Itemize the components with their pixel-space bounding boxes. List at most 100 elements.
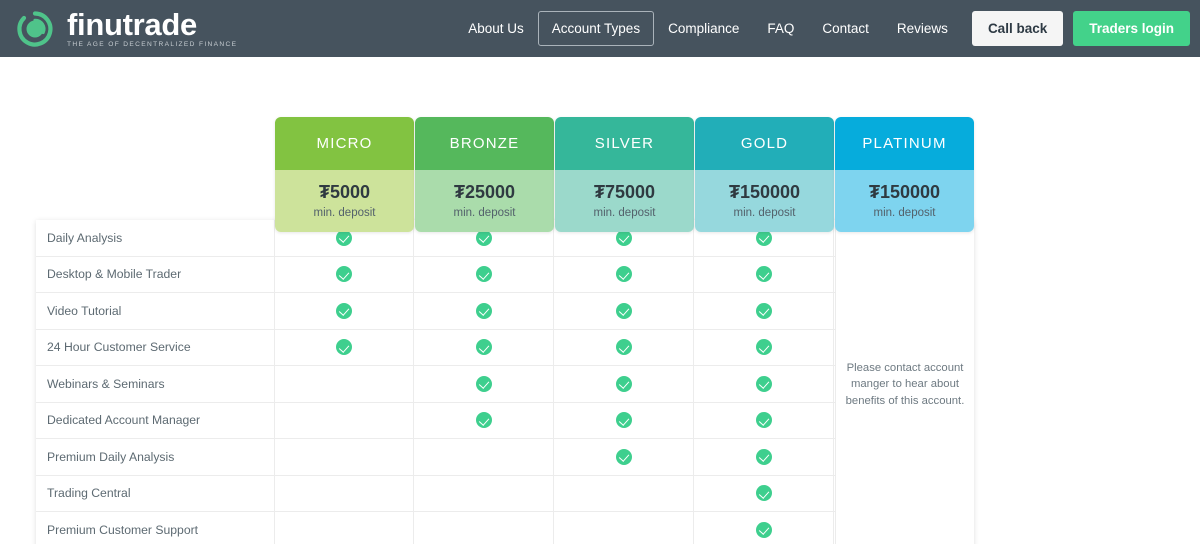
feature-cell-bronze	[415, 402, 554, 438]
column-title-silver: SILVER	[555, 117, 694, 170]
check-circle-icon	[616, 302, 632, 319]
feature-cell-gold	[695, 293, 834, 329]
feature-cell-silver	[555, 512, 694, 544]
price-amount: ₮25000	[453, 182, 516, 203]
check-circle-icon	[616, 375, 632, 392]
feature-cell-micro	[275, 475, 414, 511]
check-circle-icon	[616, 266, 632, 283]
feature-cell-gold	[695, 329, 834, 365]
table-row: Webinars & Seminars	[36, 366, 974, 403]
table-row: 24 Hour Customer Service	[36, 329, 974, 366]
feature-label: 24 Hour Customer Service	[36, 329, 275, 365]
nav-item-about-us[interactable]: About Us	[454, 0, 538, 57]
check-circle-icon	[756, 412, 772, 429]
brand-logo[interactable]: finutrade THE AGE OF DECENTRALIZED FINAN…	[0, 6, 237, 52]
price-amount: ₮150000	[868, 182, 941, 203]
feature-cell-silver	[555, 329, 694, 365]
table-row: Premium Customer Support	[36, 512, 974, 544]
nav-item-account-types[interactable]: Account Types	[537, 11, 655, 46]
pricing-column-micro: MICRO ₮5000 min. deposit	[275, 117, 414, 232]
nav-item-reviews[interactable]: Reviews	[883, 0, 962, 57]
column-title-gold: GOLD	[695, 117, 834, 170]
feature-cell-bronze	[415, 256, 554, 292]
price-note: min. deposit	[873, 206, 936, 219]
nav-links-group: About Us Account Types Compliance FAQ Co…	[454, 0, 1190, 57]
feature-label: Daily Analysis	[36, 220, 275, 256]
feature-cell-gold	[695, 512, 834, 544]
price-amount: ₮75000	[593, 182, 656, 203]
feature-cell-gold	[695, 439, 834, 475]
pricing-column-silver: SILVER ₮75000 min. deposit	[555, 117, 694, 232]
feature-cell-bronze	[415, 475, 554, 511]
table-row: Premium Daily Analysis	[36, 439, 974, 476]
feature-cell-gold	[695, 366, 834, 402]
check-circle-icon	[616, 412, 632, 429]
column-price-block-silver: ₮75000 min. deposit	[555, 170, 694, 232]
nav-item-contact[interactable]: Contact	[808, 0, 883, 57]
call-back-button[interactable]: Call back	[971, 11, 1064, 46]
feature-cell-micro	[275, 402, 414, 438]
top-navigation-bar: finutrade THE AGE OF DECENTRALIZED FINAN…	[0, 0, 1200, 57]
feature-cell-gold	[695, 475, 834, 511]
platinum-account-note: Please contact account manger to hear ab…	[835, 220, 974, 544]
column-title-bronze: BRONZE	[415, 117, 554, 170]
check-circle-icon	[476, 339, 492, 356]
check-circle-icon	[756, 339, 772, 356]
feature-cell-bronze	[415, 293, 554, 329]
column-price-block-gold: ₮150000 min. deposit	[695, 170, 834, 232]
feature-cell-silver	[555, 439, 694, 475]
check-circle-icon	[476, 229, 492, 246]
pricing-feature-table: Daily Analysis Desktop & Mobile Trader Vid…	[36, 220, 974, 544]
feature-label: Video Tutorial	[36, 293, 275, 329]
feature-label: Dedicated Account Manager	[36, 402, 275, 438]
feature-cell-silver	[555, 293, 694, 329]
feature-label: Desktop & Mobile Trader	[36, 256, 275, 292]
traders-login-button[interactable]: Traders login	[1073, 11, 1190, 46]
check-circle-icon	[476, 375, 492, 392]
feature-cell-bronze	[415, 329, 554, 365]
feature-cell-micro	[275, 512, 414, 544]
feature-cell-gold	[695, 256, 834, 292]
check-circle-icon	[476, 302, 492, 319]
column-price-block-micro: ₮5000 min. deposit	[275, 170, 414, 232]
feature-label: Premium Daily Analysis	[36, 439, 275, 475]
feature-cell-micro	[275, 256, 414, 292]
check-circle-icon	[336, 229, 352, 246]
check-circle-icon	[616, 229, 632, 246]
check-circle-icon	[616, 339, 632, 356]
feature-label: Trading Central	[36, 475, 275, 511]
table-row: Trading Central	[36, 475, 974, 512]
feature-cell-bronze	[415, 366, 554, 402]
check-circle-icon	[756, 266, 772, 283]
column-title-micro: MICRO	[275, 117, 414, 170]
brand-tagline: THE AGE OF DECENTRALIZED FINANCE	[67, 40, 238, 48]
check-circle-icon	[756, 302, 772, 319]
check-circle-icon	[476, 266, 492, 283]
feature-cell-micro	[275, 293, 414, 329]
check-circle-icon	[336, 302, 352, 319]
pricing-column-platinum: PLATINUM ₮150000 min. deposit	[835, 117, 974, 232]
pricing-column-bronze: BRONZE ₮25000 min. deposit	[415, 117, 554, 232]
check-circle-icon	[756, 229, 772, 246]
circular-ring-logo-icon	[17, 10, 53, 47]
feature-cell-bronze	[415, 439, 554, 475]
check-circle-icon	[756, 448, 772, 465]
feature-label: Webinars & Seminars	[36, 366, 275, 402]
feature-cell-micro	[275, 366, 414, 402]
nav-item-faq[interactable]: FAQ	[753, 0, 808, 57]
check-circle-icon	[756, 375, 772, 392]
price-note: min. deposit	[453, 206, 516, 219]
feature-cell-micro	[275, 329, 414, 365]
pricing-column-headers: MICRO ₮5000 min. deposit BRONZE ₮25000 min. d…	[275, 117, 974, 232]
nav-item-compliance[interactable]: Compliance	[654, 0, 753, 57]
feature-cell-silver	[555, 366, 694, 402]
price-note: min. deposit	[733, 206, 796, 219]
check-circle-icon	[616, 448, 632, 465]
column-title-platinum: PLATINUM	[835, 117, 974, 170]
feature-cell-silver	[555, 402, 694, 438]
table-row: Desktop & Mobile Trader	[36, 256, 974, 293]
price-amount: ₮150000	[728, 182, 801, 203]
feature-cell-bronze	[415, 512, 554, 544]
feature-cell-silver	[555, 256, 694, 292]
check-circle-icon	[756, 485, 772, 502]
